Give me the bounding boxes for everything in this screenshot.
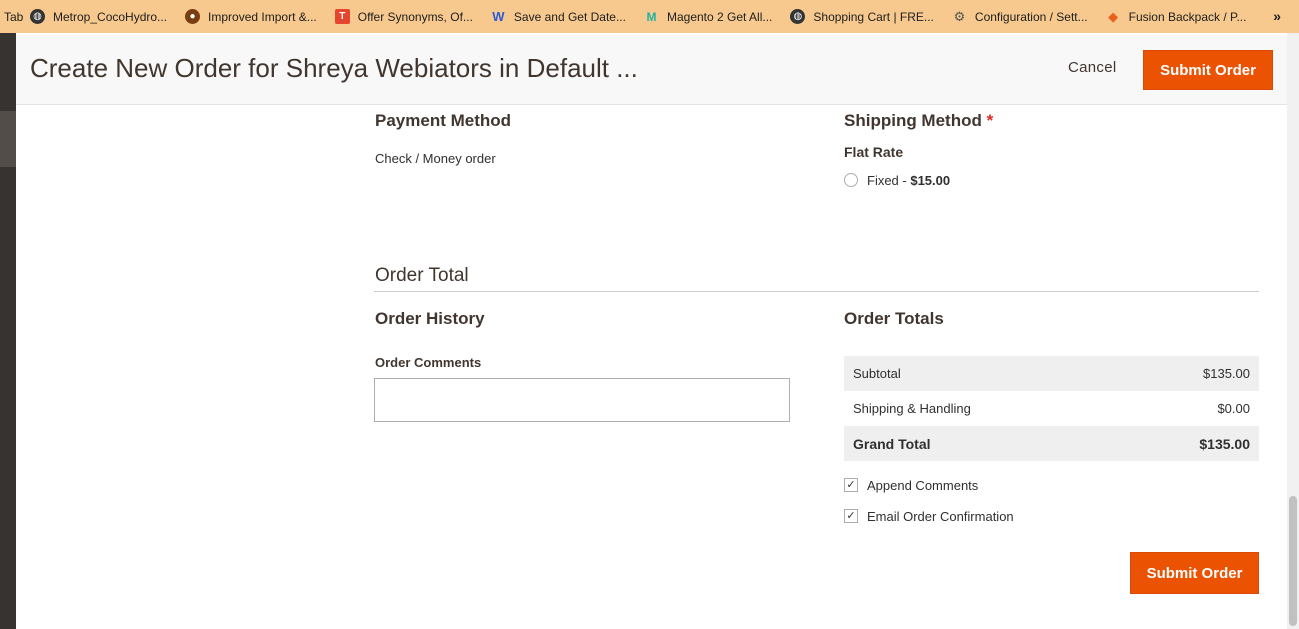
bookmark-item[interactable]: ⚙ Configuration / Sett... <box>952 9 1088 24</box>
bookmark-item[interactable]: ◆ Fusion Backpack / P... <box>1106 8 1247 24</box>
bookmark-item[interactable]: ● Improved Import &... <box>185 9 317 24</box>
m-logo-icon: M <box>646 9 657 24</box>
section-divider <box>374 291 1259 292</box>
page-title: Create New Order for Shreya Webiators in… <box>30 53 638 83</box>
more-bookmarks-chevron-icon[interactable]: » <box>1273 8 1281 24</box>
bookmark-item[interactable]: ◍ Metrop_CocoHydro... <box>30 9 167 24</box>
required-mark: * <box>986 111 994 130</box>
bookmark-label: Save and Get Date... <box>513 9 626 24</box>
page-header: Create New Order for Shreya Webiators in… <box>16 35 1299 105</box>
grand-total-value: $135.00 <box>1119 426 1259 461</box>
bookmark-label: Fusion Backpack / P... <box>1128 9 1247 24</box>
bookmark-label: Offer Synonyms, Of... <box>357 9 473 24</box>
magento-logo-icon: ◆ <box>1108 8 1119 24</box>
order-history-title: Order History <box>375 309 485 328</box>
bookmark-label: Configuration / Sett... <box>974 9 1088 24</box>
bookmark-item[interactable]: T Offer Synonyms, Of... <box>334 9 473 24</box>
subtotal-label: Subtotal <box>844 356 1120 391</box>
bookmark-item[interactable]: M Magento 2 Get All... <box>644 9 772 24</box>
bookmark-label: Magento 2 Get All... <box>666 9 773 24</box>
order-totals-title: Order Totals <box>844 309 944 328</box>
order-totals-table: Subtotal $135.00 Shipping & Handling $0.… <box>844 356 1259 461</box>
submit-order-button-top[interactable]: Submit Order <box>1143 50 1273 90</box>
shipping-option-text: Fixed - <box>867 173 911 188</box>
shipping-option-label[interactable]: Fixed - $15.00 <box>867 173 950 188</box>
shipping-handling-value: $0.00 <box>1217 401 1250 416</box>
email-confirmation-checkbox[interactable]: ✓ <box>844 509 858 523</box>
submit-order-button-bottom[interactable]: Submit Order <box>1130 552 1259 594</box>
shipping-option-price: $15.00 <box>910 173 951 188</box>
table-row: Grand Total $135.00 <box>844 426 1259 461</box>
bookmark-label: Metrop_CocoHydro... <box>53 9 168 24</box>
order-comments-textarea[interactable] <box>374 378 790 422</box>
grand-total-label: Grand Total <box>844 426 1120 461</box>
payment-method-value: Check / Money order <box>375 151 496 166</box>
shipping-handling-label: Shipping & Handling <box>853 401 971 416</box>
shipping-fixed-radio[interactable] <box>844 173 858 187</box>
subtotal-value: $135.00 <box>1119 356 1259 391</box>
bookmark-item[interactable]: ◍ Shopping Cart | FRE... <box>790 9 934 24</box>
email-confirmation-label[interactable]: Email Order Confirmation <box>867 509 1014 524</box>
payment-method-title: Payment Method <box>375 111 512 130</box>
order-comments-label: Order Comments <box>375 355 482 370</box>
append-comments-checkbox[interactable]: ✓ <box>844 478 858 492</box>
bookmarks-bar: Tab ◍ Metrop_CocoHydro... ● Improved Impor… <box>0 0 1299 33</box>
shipping-method-label: Shipping Method <box>844 111 982 130</box>
page-scrollbar[interactable] <box>1287 33 1299 629</box>
bookmark-tab-label[interactable]: Tab <box>0 10 30 24</box>
admin-sidebar <box>0 33 16 629</box>
bookmark-label: Improved Import &... <box>208 9 317 24</box>
bookmark-item[interactable]: W Save and Get Date... <box>491 9 626 24</box>
globe-icon: ◍ <box>790 9 806 24</box>
t-logo-icon: T <box>334 9 350 24</box>
table-row: Shipping & Handling $0.00 <box>844 391 1259 426</box>
append-comments-label[interactable]: Append Comments <box>867 478 978 493</box>
w-logo-icon: W <box>492 9 505 24</box>
table-row: Subtotal $135.00 <box>844 356 1259 391</box>
order-total-title: Order Total <box>375 265 469 286</box>
shipping-method-title: Shipping Method * <box>844 111 993 131</box>
cancel-button[interactable]: Cancel <box>1068 59 1117 76</box>
gear-logo-icon: ⚙ <box>953 8 966 24</box>
globe-icon: ◍ <box>30 9 45 24</box>
bookmark-label: Shopping Cart | FRE... <box>813 9 934 24</box>
site-favicon-icon: ● <box>185 9 201 24</box>
sidebar-active-item[interactable] <box>0 111 16 167</box>
shipping-carrier: Flat Rate <box>844 144 904 160</box>
scrollbar-thumb[interactable] <box>1289 496 1297 626</box>
